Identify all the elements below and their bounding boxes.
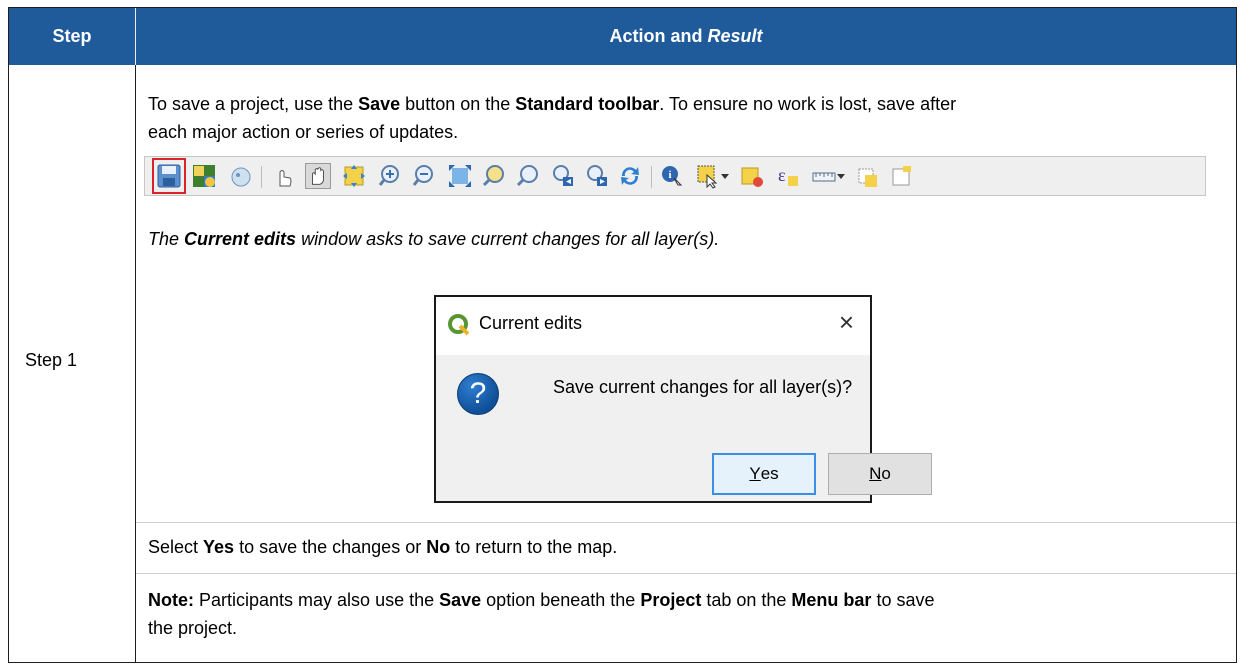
no-mnemonic: N xyxy=(869,464,882,483)
header-action-text: Action and xyxy=(609,26,703,46)
chevron-down-icon[interactable] xyxy=(719,163,731,189)
row-divider xyxy=(136,573,1236,574)
text: to save xyxy=(871,590,935,610)
zoom-in-icon[interactable] xyxy=(377,163,403,189)
text-bold: Current edits xyxy=(184,229,297,249)
yes-button[interactable]: Yes xyxy=(712,453,816,495)
svg-text:ε: ε xyxy=(778,165,786,185)
header-step: Step xyxy=(9,8,136,65)
zoom-full-icon[interactable] xyxy=(447,163,473,189)
dialog-body: ? Save current changes for all layer(s)?… xyxy=(436,355,932,501)
text: The xyxy=(148,229,185,249)
show-bookmarks-icon[interactable] xyxy=(889,163,915,189)
pan-to-selection-icon[interactable] xyxy=(341,163,367,189)
row-divider xyxy=(136,522,1236,523)
zoom-to-selection-icon[interactable] xyxy=(481,163,507,189)
svg-text:i: i xyxy=(668,169,671,181)
header-action: Action and Result xyxy=(136,8,1236,65)
step-table: Step Action and Result Step 1 To save a … xyxy=(8,7,1237,663)
text: Participants may also use the xyxy=(194,590,440,610)
text-bold: Menu bar xyxy=(791,590,872,610)
text: to return to the map. xyxy=(450,537,618,557)
text: to save the changes or xyxy=(234,537,427,557)
toolbar-separator xyxy=(261,166,262,188)
standard-toolbar: i ε xyxy=(144,156,1206,196)
dialog-titlebar: Current edits × xyxy=(436,297,870,355)
zoom-to-layer-icon[interactable] xyxy=(515,163,541,189)
save-project-icon[interactable] xyxy=(156,163,182,189)
select-features-icon[interactable] xyxy=(695,163,721,189)
instruction-line-2: each major action or series of updates. xyxy=(148,122,459,142)
zoom-next-icon[interactable] xyxy=(583,163,609,189)
dialog-title: Current edits xyxy=(479,313,583,333)
text-bold: Note: xyxy=(148,590,194,610)
dialog-description: The Current edits window asks to save cu… xyxy=(148,226,719,253)
pan-icon[interactable] xyxy=(305,163,331,189)
text-bold: Project xyxy=(640,590,702,610)
text-bold: Yes xyxy=(203,537,235,557)
touch-zoom-icon[interactable] xyxy=(271,163,297,189)
header-result-text: Result xyxy=(707,26,763,46)
new-print-layout-icon[interactable] xyxy=(192,163,218,189)
measure-icon[interactable] xyxy=(811,163,837,189)
close-icon[interactable]: × xyxy=(839,307,854,338)
refresh-icon[interactable] xyxy=(617,163,643,189)
text: Select xyxy=(148,537,204,557)
qgis-logo-icon xyxy=(448,314,470,336)
text-bold: No xyxy=(426,537,451,557)
toolbar-separator xyxy=(651,166,652,188)
chevron-down-icon[interactable] xyxy=(835,163,847,189)
zoom-last-icon[interactable] xyxy=(549,163,575,189)
no-label: o xyxy=(881,464,891,483)
instruction-line-1: To save a project, use the Save button o… xyxy=(148,91,956,118)
note-line-1: Note: Participants may also use the Save… xyxy=(148,587,934,614)
no-button[interactable]: No xyxy=(828,453,932,495)
new-bookmark-icon[interactable] xyxy=(855,163,881,189)
text: option beneath the xyxy=(481,590,641,610)
current-edits-dialog: Current edits × ? Save current changes f… xyxy=(434,295,932,503)
text-bold: Standard toolbar xyxy=(515,94,660,114)
select-instruction: Select Yes to save the changes or No to … xyxy=(148,534,617,561)
dialog-message: Save current changes for all layer(s)? xyxy=(553,377,853,397)
style-manager-icon[interactable] xyxy=(228,163,254,189)
text: tab on the xyxy=(701,590,792,610)
table-header: Step Action and Result xyxy=(9,8,1236,65)
yes-label: es xyxy=(760,464,779,483)
text: window asks to save current changes for … xyxy=(296,229,720,249)
question-icon: ? xyxy=(457,373,499,415)
zoom-out-icon[interactable] xyxy=(411,163,437,189)
text-bold: Save xyxy=(439,590,482,610)
text-bold: Save xyxy=(358,94,401,114)
deselect-icon[interactable] xyxy=(739,163,765,189)
select-by-expression-icon[interactable]: ε xyxy=(775,163,801,189)
text: button on the xyxy=(400,94,516,114)
yes-mnemonic: Y xyxy=(749,464,761,483)
note-line-2: the project. xyxy=(148,618,238,638)
text: . To ensure no work is lost, save after xyxy=(659,94,957,114)
identify-icon[interactable]: i xyxy=(659,163,685,189)
text: To save a project, use the xyxy=(148,94,359,114)
step-label: Step 1 xyxy=(25,350,78,370)
